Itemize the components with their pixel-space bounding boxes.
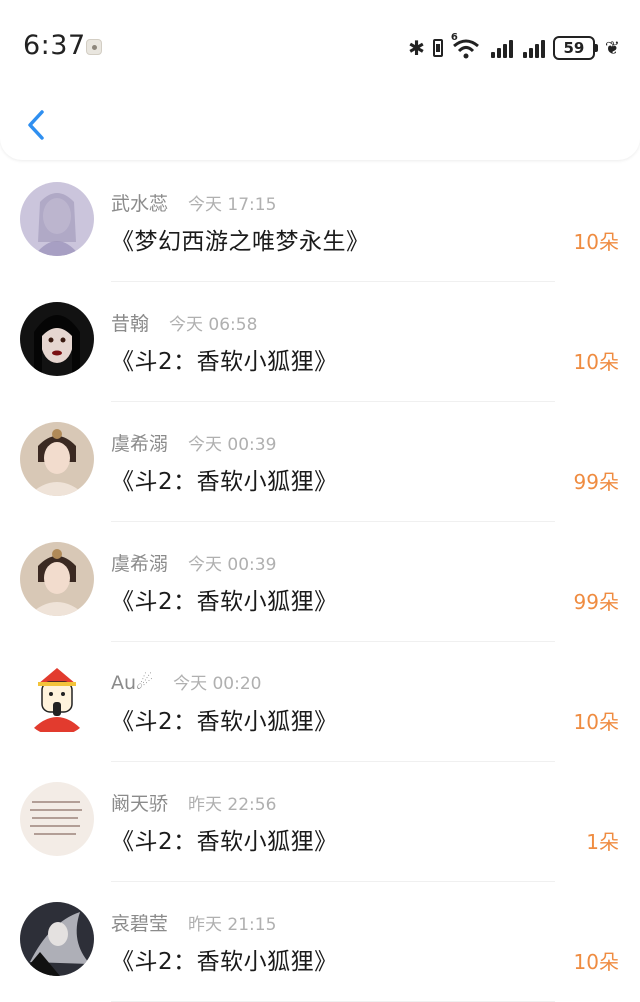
timestamp: 昨天 22:56 (188, 795, 277, 815)
user-name[interactable]: 哀碧莹 (111, 909, 168, 936)
notification-icon (86, 39, 102, 55)
list-item[interactable]: 武水蕊 今天 17:15 《梦幻西游之唯梦永生》 10朵 (0, 162, 640, 282)
avatar[interactable] (20, 182, 94, 256)
top-header: 6:37 ✱ 6 59 ❦ (0, 0, 640, 160)
back-button[interactable] (22, 106, 50, 144)
timestamp: 今天 17:15 (188, 195, 277, 215)
list-item[interactable]: 阚天骄 昨天 22:56 《斗2：香软小狐狸》 1朵 (0, 762, 640, 882)
user-name[interactable]: 阚天骄 (111, 789, 168, 816)
list-item[interactable]: Au☄ 今天 00:20 《斗2：香软小狐狸》 10朵 (0, 642, 640, 762)
flower-count: 10朵 (573, 950, 619, 974)
status-time: 6:37 (23, 30, 86, 61)
name-line: Au☄ 今天 00:20 (111, 669, 261, 694)
flower-count: 10朵 (573, 230, 619, 254)
user-name[interactable]: 武水蕊 (111, 189, 168, 216)
avatar[interactable] (20, 782, 94, 856)
user-name[interactable]: 昔翰 (111, 309, 149, 336)
avatar[interactable] (20, 902, 94, 976)
vibrate-icon (432, 39, 443, 57)
timestamp: 今天 00:20 (173, 674, 262, 694)
name-line: 武水蕊 今天 17:15 (111, 189, 276, 216)
signal-icon-2 (521, 38, 545, 58)
avatar[interactable] (20, 542, 94, 616)
list-item[interactable]: 虞希溺 今天 00:39 《斗2：香软小狐狸》 99朵 (0, 402, 640, 522)
book-title[interactable]: 《斗2：香软小狐狸》 (111, 342, 338, 376)
book-title[interactable]: 《斗2：香软小狐狸》 (111, 582, 338, 616)
name-line: 哀碧莹 昨天 21:15 (111, 909, 276, 936)
timestamp: 今天 00:39 (188, 435, 277, 455)
user-name[interactable]: 虞希溺 (111, 429, 168, 456)
flower-count: 10朵 (573, 350, 619, 374)
list-item[interactable]: 哀碧莹 昨天 21:15 《斗2：香软小狐狸》 10朵 (0, 882, 640, 1002)
book-title[interactable]: 《斗2：香软小狐狸》 (111, 942, 338, 976)
name-line: 虞希溺 今天 00:39 (111, 549, 276, 576)
book-title[interactable]: 《斗2：香软小狐狸》 (111, 462, 338, 496)
user-name[interactable]: Au☄ (111, 672, 153, 694)
name-line: 虞希溺 今天 00:39 (111, 429, 276, 456)
name-line: 昔翰 今天 06:58 (111, 309, 257, 336)
battery-icon: 59 (552, 36, 598, 60)
system-icons: ✱ 6 59 ❦ (400, 32, 620, 63)
avatar[interactable] (20, 422, 94, 496)
list-item[interactable]: 昔翰 今天 06:58 《斗2：香软小狐狸》 10朵 (0, 282, 640, 402)
avatar[interactable] (20, 662, 94, 736)
flower-count: 99朵 (573, 470, 619, 494)
book-title[interactable]: 《斗2：香软小狐狸》 (111, 702, 338, 736)
name-line: 阚天骄 昨天 22:56 (111, 789, 276, 816)
flower-count: 10朵 (573, 710, 619, 734)
chevron-left-icon (28, 110, 44, 140)
book-title[interactable]: 《梦幻西游之唯梦永生》 (111, 222, 370, 256)
network-tag: 6 (450, 32, 458, 43)
gift-list: 武水蕊 今天 17:15 《梦幻西游之唯梦永生》 10朵 昔翰 今天 06:58… (0, 162, 640, 1002)
avatar[interactable] (20, 302, 94, 376)
wifi-icon: 6 (451, 32, 481, 60)
status-bar: 6:37 ✱ 6 59 ❦ (0, 0, 640, 96)
timestamp: 今天 00:39 (188, 555, 277, 575)
list-item[interactable]: 虞希溺 今天 00:39 《斗2：香软小狐狸》 99朵 (0, 522, 640, 642)
user-name[interactable]: 虞希溺 (111, 549, 168, 576)
book-title[interactable]: 《斗2：香软小狐狸》 (111, 822, 338, 856)
flower-count: 99朵 (573, 590, 619, 614)
signal-icon (489, 38, 513, 58)
bluetooth-icon: ✱ (408, 36, 425, 60)
flower-count: 1朵 (586, 830, 619, 854)
timestamp: 昨天 21:15 (188, 915, 277, 935)
timestamp: 今天 06:58 (169, 315, 258, 335)
leaf-icon: ❦ (604, 37, 620, 59)
